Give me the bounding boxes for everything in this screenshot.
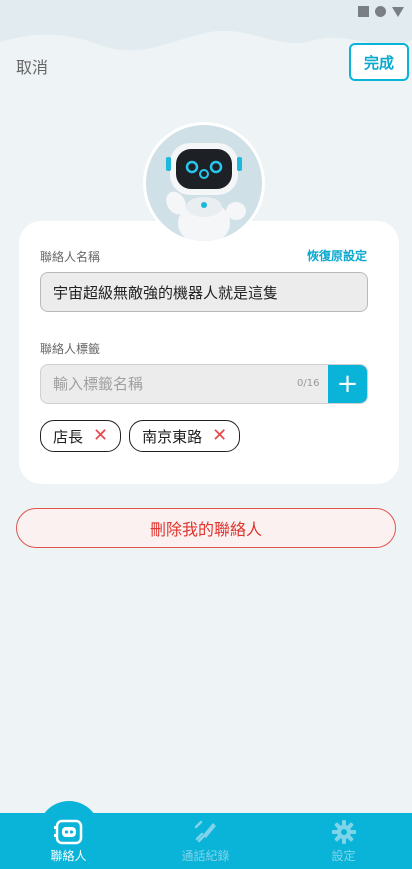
call-log-icon xyxy=(194,820,216,843)
cancel-button[interactable]: 取消 xyxy=(16,54,48,78)
tab-contacts[interactable]: 聯絡人 xyxy=(0,801,137,869)
tag-label: 店長 xyxy=(53,427,84,446)
tab-label: 聯絡人 xyxy=(50,849,87,863)
robot-avatar[interactable] xyxy=(143,122,265,244)
restore-defaults-button[interactable]: 恢復原設定 xyxy=(307,247,367,264)
tab-call-log[interactable]: 通話紀錄 xyxy=(137,813,274,869)
contacts-icon xyxy=(53,819,82,845)
tag-name-input[interactable] xyxy=(41,365,329,403)
tag-char-counter: 0/16 xyxy=(297,378,320,389)
tag-chip: 南京東路 ✕ xyxy=(129,420,241,452)
stop-icon xyxy=(358,6,369,17)
tab-settings[interactable]: 設定 xyxy=(275,813,412,869)
remove-tag-icon[interactable]: ✕ xyxy=(93,427,108,445)
robot-icon xyxy=(146,125,262,241)
tag-label: 南京東路 xyxy=(142,427,203,446)
tab-label: 通話紀錄 xyxy=(181,849,230,863)
done-button[interactable]: 完成 xyxy=(349,43,409,81)
settings-icon xyxy=(331,820,356,844)
tag-list: 店長 ✕ 南京東路 ✕ xyxy=(40,420,241,452)
remove-tag-icon[interactable]: ✕ xyxy=(212,427,227,445)
add-tag-button[interactable]: + xyxy=(328,365,367,403)
contact-name-input[interactable] xyxy=(40,272,368,312)
tag-input-group: 0/16 + xyxy=(40,364,368,404)
circle-icon xyxy=(375,6,386,17)
status-icons xyxy=(358,6,404,17)
name-label: 聯絡人名稱 xyxy=(40,250,101,264)
tag-chip: 店長 ✕ xyxy=(40,420,122,452)
tab-label: 設定 xyxy=(331,849,356,863)
bottom-tab-bar: 聯絡人 通話紀錄 設定 xyxy=(0,801,412,869)
triangle-down-icon xyxy=(392,6,404,17)
contact-card: 聯絡人名稱 恢復原設定 聯絡人標籤 0/16 + 店長 ✕ 南京東路 ✕ xyxy=(19,221,399,484)
delete-contact-button[interactable]: 刪除我的聯絡人 xyxy=(16,508,396,548)
tags-label: 聯絡人標籤 xyxy=(40,342,101,356)
